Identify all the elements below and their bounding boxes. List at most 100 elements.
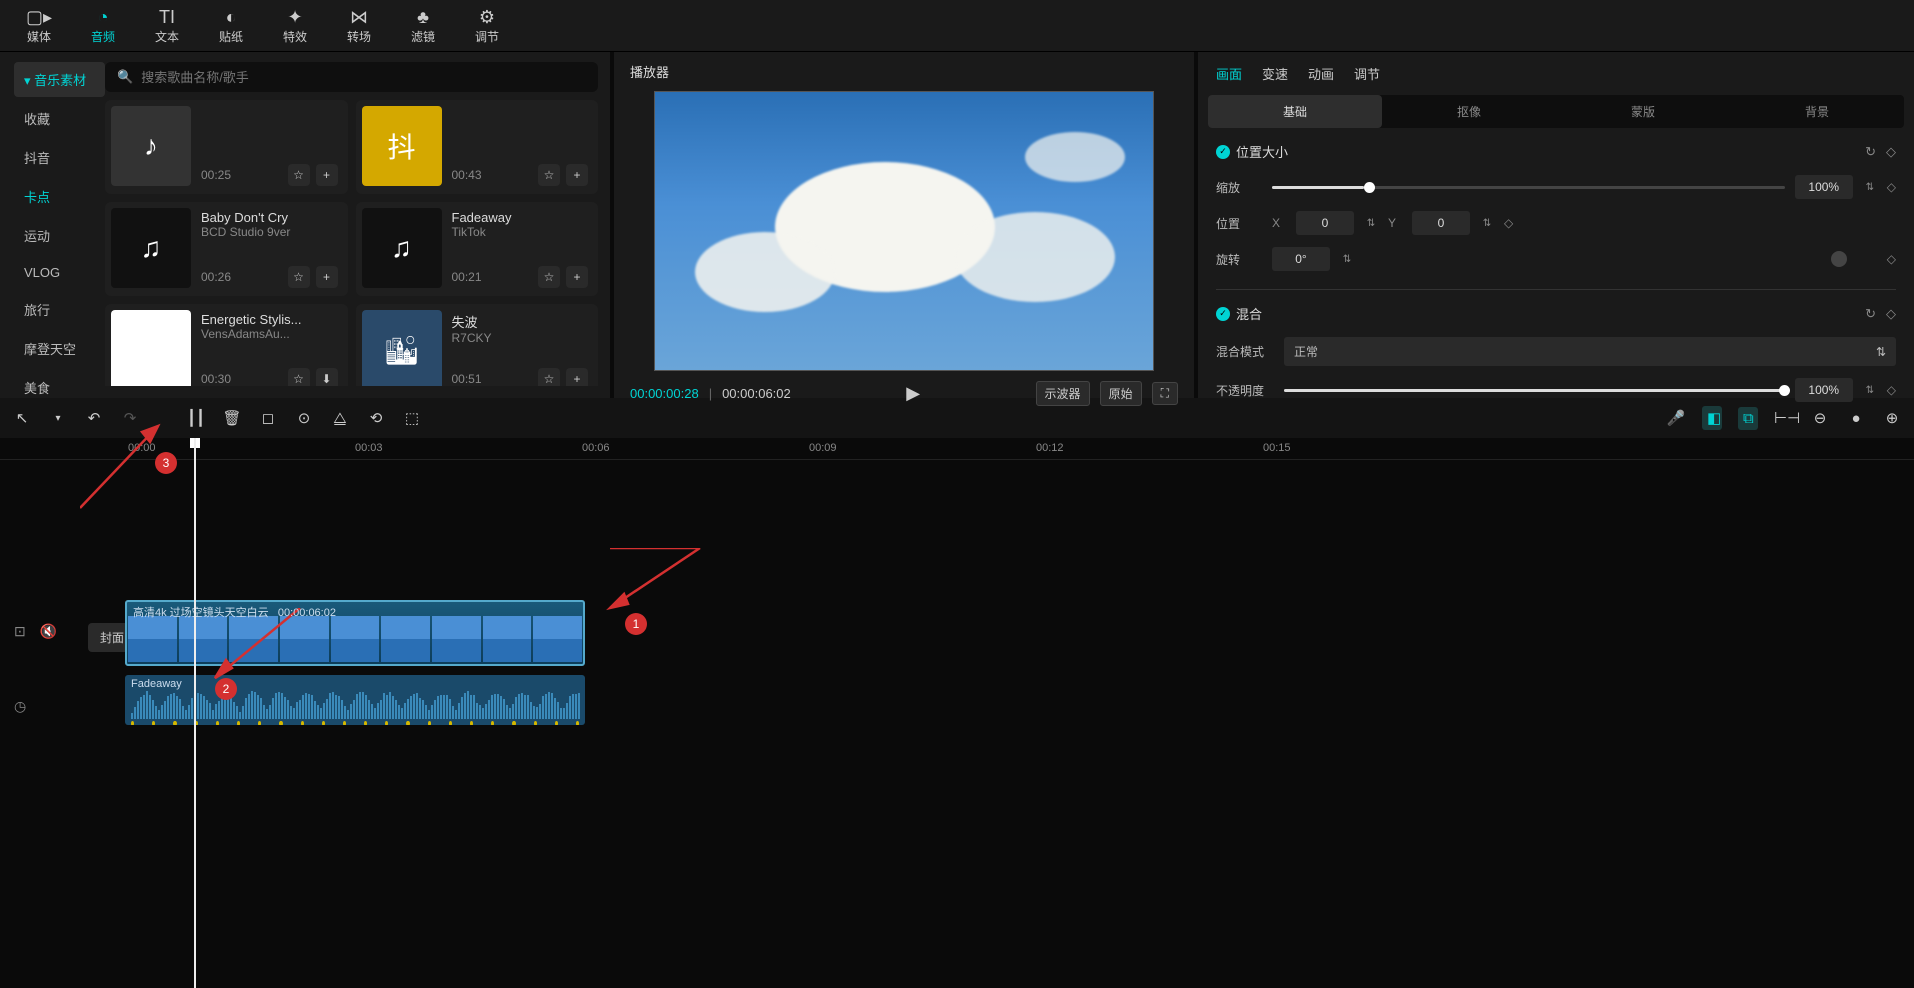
music-card[interactable]: ☼ Energetic Stylis... VensAdamsAu... 00:… bbox=[105, 304, 348, 386]
sidebar-item-travel[interactable]: 旅行 bbox=[14, 292, 105, 327]
zoom-out-icon[interactable]: ⊖ bbox=[1810, 409, 1830, 427]
scale-input[interactable] bbox=[1795, 175, 1853, 199]
pos-y-input[interactable] bbox=[1412, 211, 1470, 235]
prop-tab-canvas[interactable]: 画面 bbox=[1216, 64, 1242, 83]
text-icon: TI bbox=[159, 6, 175, 28]
music-title: Energetic Stylis... bbox=[201, 312, 338, 327]
tab-adjust[interactable]: ⚙调节 bbox=[466, 0, 508, 51]
sidebar-item-beat[interactable]: 卡点 bbox=[14, 179, 105, 214]
search-input[interactable] bbox=[141, 70, 586, 85]
play-button[interactable]: ▶ bbox=[906, 383, 920, 404]
fav-icon[interactable]: ☆ bbox=[538, 368, 560, 386]
keyframe-icon[interactable]: ◇ bbox=[1887, 383, 1896, 397]
time-total: 00:00:06:02 bbox=[722, 386, 791, 401]
rotation-dial[interactable] bbox=[1831, 251, 1847, 267]
opacity-input[interactable] bbox=[1795, 378, 1853, 402]
delete-tool[interactable]: 🗑 bbox=[222, 409, 242, 427]
keyframe-icon[interactable]: ◇ bbox=[1887, 180, 1896, 194]
music-card[interactable]: 🏙 失波 R7CKY 00:51 ☆ + bbox=[356, 304, 599, 386]
prop-tab-speed[interactable]: 变速 bbox=[1262, 64, 1288, 83]
keyframe-icon[interactable]: ◇ bbox=[1886, 144, 1896, 160]
music-card[interactable]: ♪ 00:25 ☆ + bbox=[105, 100, 348, 194]
pointer-tool[interactable]: ↖ bbox=[12, 409, 32, 427]
check-icon[interactable]: ✓ bbox=[1216, 145, 1230, 159]
pointer-dropdown[interactable]: ▾ bbox=[48, 413, 68, 424]
music-card[interactable]: ♫ Baby Don't Cry BCD Studio 9ver 00:26 ☆… bbox=[105, 202, 348, 296]
snap-tool[interactable]: ◧ bbox=[1702, 406, 1722, 430]
fullscreen-button[interactable]: ⛶ bbox=[1152, 382, 1178, 405]
subtab-matte[interactable]: 抠像 bbox=[1382, 95, 1556, 128]
fav-icon[interactable]: ☆ bbox=[538, 164, 560, 186]
fav-icon[interactable]: ☆ bbox=[288, 164, 310, 186]
clock-icon[interactable]: ◷ bbox=[14, 698, 26, 715]
tab-media[interactable]: ▢▸媒体 bbox=[18, 0, 60, 51]
spin-icon[interactable]: ⇅ bbox=[1863, 182, 1877, 193]
playhead[interactable] bbox=[194, 438, 196, 988]
add-icon[interactable]: + bbox=[316, 266, 338, 288]
subtab-mask[interactable]: 蒙版 bbox=[1556, 95, 1730, 128]
player-canvas[interactable] bbox=[614, 91, 1194, 371]
reset-icon[interactable]: ↻ bbox=[1865, 306, 1876, 322]
music-search[interactable]: 🔍 bbox=[105, 62, 598, 92]
add-icon[interactable]: + bbox=[316, 164, 338, 186]
fav-icon[interactable]: ☆ bbox=[538, 266, 560, 288]
sidebar-item-douyin[interactable]: 抖音 bbox=[14, 140, 105, 175]
ratio-tool[interactable]: ◻ bbox=[258, 409, 278, 427]
scope-button[interactable]: 示波器 bbox=[1036, 381, 1090, 406]
reset-icon[interactable]: ↻ bbox=[1865, 144, 1876, 160]
sidebar-item-fav[interactable]: 收藏 bbox=[14, 101, 105, 136]
tab-transition[interactable]: ⋈转场 bbox=[338, 0, 380, 51]
tab-filter[interactable]: ♣滤镜 bbox=[402, 0, 444, 51]
tab-effects[interactable]: ✦特效 bbox=[274, 0, 316, 51]
tab-text[interactable]: TI文本 bbox=[146, 0, 188, 51]
sidebar-item-vlog[interactable]: VLOG bbox=[14, 257, 105, 288]
zoom-fit-icon[interactable]: ⊕ bbox=[1882, 409, 1902, 427]
add-icon[interactable]: + bbox=[566, 266, 588, 288]
add-icon[interactable]: + bbox=[566, 164, 588, 186]
music-grid[interactable]: ♪ 00:25 ☆ + 抖 00:43 ☆ bbox=[105, 100, 598, 386]
align-tool[interactable]: ⊢⊣ bbox=[1774, 409, 1794, 427]
tab-sticker[interactable]: ◐贴纸 bbox=[210, 0, 252, 51]
scale-slider[interactable] bbox=[1272, 186, 1785, 189]
original-button[interactable]: 原始 bbox=[1100, 381, 1142, 406]
scale-label: 缩放 bbox=[1216, 179, 1262, 196]
prop-tab-adjust[interactable]: 调节 bbox=[1354, 64, 1380, 83]
mirror-tool[interactable]: ⧋ bbox=[330, 410, 350, 427]
sidebar-item-music-lib[interactable]: ▾ 音乐素材 bbox=[14, 62, 105, 97]
mic-icon[interactable]: 🎤 bbox=[1666, 409, 1686, 427]
add-icon[interactable]: ⬇ bbox=[316, 368, 338, 386]
rotate-tool[interactable]: ⟲ bbox=[366, 409, 386, 427]
blend-mode-select[interactable]: 正常⇅ bbox=[1284, 337, 1896, 366]
fav-icon[interactable]: ☆ bbox=[288, 266, 310, 288]
transition-icon: ⋈ bbox=[350, 6, 368, 28]
prop-tab-anim[interactable]: 动画 bbox=[1308, 64, 1334, 83]
effects-icon: ✦ bbox=[287, 6, 302, 28]
tab-audio[interactable]: ◔音频 bbox=[82, 0, 124, 51]
preview-frame[interactable] bbox=[654, 91, 1154, 371]
keyframe-icon[interactable]: ◇ bbox=[1886, 306, 1896, 322]
keyframe-icon[interactable]: ◇ bbox=[1504, 216, 1513, 230]
sidebar-item-modern[interactable]: 摩登天空 bbox=[14, 331, 105, 366]
split-tool[interactable]: ┃┃ bbox=[186, 409, 206, 427]
pos-x-input[interactable] bbox=[1296, 211, 1354, 235]
rotation-input[interactable] bbox=[1272, 247, 1330, 271]
mute-icon[interactable]: 🔇 bbox=[40, 623, 57, 640]
music-card[interactable]: 抖 00:43 ☆ + bbox=[356, 100, 599, 194]
zoom-slider[interactable]: ● bbox=[1846, 410, 1866, 427]
opacity-slider[interactable] bbox=[1284, 389, 1785, 392]
subtab-basic[interactable]: 基础 bbox=[1208, 95, 1382, 128]
crop-tool[interactable]: ⬚ bbox=[402, 409, 422, 427]
link-tool[interactable]: ⧉ bbox=[1738, 407, 1758, 430]
lock-icon[interactable]: ⊡ bbox=[14, 623, 26, 640]
add-icon[interactable]: + bbox=[566, 368, 588, 386]
fav-icon[interactable]: ☆ bbox=[288, 368, 310, 386]
sidebar-item-food[interactable]: 美食 bbox=[14, 370, 105, 405]
timeline[interactable]: 00:00 00:03 00:06 00:09 00:12 00:15 ⊡ 🔇 … bbox=[0, 438, 1914, 988]
keyframe-icon[interactable]: ◇ bbox=[1887, 252, 1896, 266]
music-card[interactable]: ♫ Fadeaway TikTok 00:21 ☆ + bbox=[356, 202, 599, 296]
subtab-bg[interactable]: 背景 bbox=[1730, 95, 1904, 128]
check-icon[interactable]: ✓ bbox=[1216, 307, 1230, 321]
speed-tool[interactable]: ⊙ bbox=[294, 409, 314, 427]
sidebar-item-sport[interactable]: 运动 bbox=[14, 218, 105, 253]
timeline-ruler[interactable]: 00:00 00:03 00:06 00:09 00:12 00:15 bbox=[0, 438, 1914, 460]
